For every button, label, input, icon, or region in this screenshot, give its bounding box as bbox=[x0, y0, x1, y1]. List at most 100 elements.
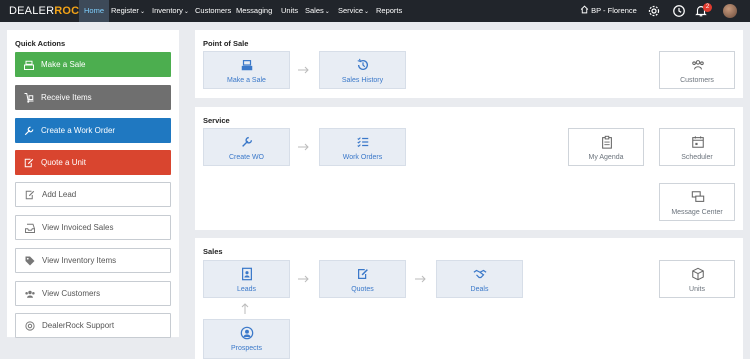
cube-icon bbox=[692, 267, 704, 281]
prospects-tile[interactable]: Prospects bbox=[203, 319, 290, 359]
nav-register[interactable]: Register⌄ bbox=[111, 0, 145, 22]
create-work-order-label: Create a Work Order bbox=[41, 126, 116, 135]
arrow-right-icon bbox=[298, 66, 309, 74]
prospects-tile-label: Prospects bbox=[230, 345, 263, 352]
customers-tile[interactable]: Customers bbox=[659, 51, 735, 89]
edit-document-icon bbox=[358, 269, 368, 279]
nav-service[interactable]: Service⌄ bbox=[338, 0, 369, 22]
create-wo-tile[interactable]: Create WO bbox=[203, 128, 290, 166]
handshake-icon bbox=[473, 269, 487, 279]
dealerrock-support-button[interactable]: DealerRock Support bbox=[15, 313, 171, 338]
nav-units[interactable]: Units bbox=[281, 0, 298, 22]
make-a-sale-tile[interactable]: Make a Sale bbox=[203, 51, 290, 89]
history-icon bbox=[357, 58, 369, 71]
quotes-tile-label: Quotes bbox=[351, 286, 374, 293]
gear-icon[interactable] bbox=[647, 4, 661, 18]
my-agenda-tile-label: My Agenda bbox=[588, 154, 624, 161]
nav-service-label: Service bbox=[338, 6, 364, 15]
users-icon bbox=[692, 60, 704, 70]
notification-badge: 2 bbox=[703, 3, 712, 12]
calendar-icon bbox=[692, 136, 704, 148]
work-orders-tile-label: Work Orders bbox=[342, 154, 383, 161]
leads-tile-label: Leads bbox=[236, 286, 257, 293]
view-inventory-items-label: View Inventory Items bbox=[42, 256, 117, 265]
deals-tile[interactable]: Deals bbox=[436, 260, 523, 298]
arrow-right-icon bbox=[415, 275, 426, 283]
quick-actions-panel: Quick Actions Make a Sale Receive Items … bbox=[7, 30, 179, 338]
work-orders-tile[interactable]: Work Orders bbox=[319, 128, 406, 166]
nav-units-label: Units bbox=[281, 6, 299, 15]
receive-items-label: Receive Items bbox=[41, 93, 92, 102]
nav-customers-label: Customers bbox=[195, 6, 232, 15]
quotes-tile[interactable]: Quotes bbox=[319, 260, 406, 298]
my-agenda-tile[interactable]: My Agenda bbox=[568, 128, 644, 166]
sales-history-tile-label: Sales History bbox=[341, 77, 384, 84]
cash-register-icon bbox=[24, 60, 34, 70]
view-customers-label: View Customers bbox=[42, 289, 101, 298]
scheduler-tile-label: Scheduler bbox=[681, 154, 713, 161]
nav-inventory[interactable]: Inventory⌄ bbox=[152, 0, 189, 22]
customers-tile-label: Customers bbox=[680, 77, 714, 84]
service-card: Service Create WO Work Orders My Agenda … bbox=[195, 107, 743, 230]
make-a-sale-label: Make a Sale bbox=[41, 60, 86, 69]
arrow-right-icon bbox=[298, 143, 309, 151]
nav-home-label: Home bbox=[84, 6, 105, 15]
support-icon bbox=[25, 320, 35, 331]
nav-register-label: Register bbox=[111, 6, 139, 15]
nav-reports[interactable]: Reports bbox=[376, 0, 402, 22]
sales-card: Sales Leads Quotes Deals Units Prospects bbox=[195, 238, 743, 359]
view-customers-button[interactable]: View Customers bbox=[15, 281, 171, 306]
inbox-icon bbox=[25, 223, 35, 233]
service-title: Service bbox=[203, 116, 230, 125]
add-lead-button[interactable]: Add Lead bbox=[15, 182, 171, 207]
sales-title: Sales bbox=[203, 247, 223, 256]
view-invoiced-sales-button[interactable]: View Invoiced Sales bbox=[15, 215, 171, 240]
sales-history-tile[interactable]: Sales History bbox=[319, 51, 406, 89]
location-selector[interactable]: BP - Florence bbox=[580, 0, 637, 22]
nav-inventory-label: Inventory bbox=[152, 6, 183, 15]
nav-home[interactable]: Home bbox=[79, 0, 110, 22]
quote-a-unit-button[interactable]: Quote a Unit bbox=[15, 150, 171, 175]
nav-sales[interactable]: Sales⌄ bbox=[305, 0, 330, 22]
location-name: BP - Florence bbox=[591, 6, 637, 15]
edit-document-icon bbox=[24, 158, 34, 167]
create-wo-tile-label: Create WO bbox=[228, 154, 264, 161]
make-a-sale-button[interactable]: Make a Sale bbox=[15, 52, 171, 77]
units-tile-label: Units bbox=[689, 286, 705, 293]
arrow-right-icon bbox=[298, 275, 309, 283]
receive-items-button[interactable]: Receive Items bbox=[15, 85, 171, 110]
nav-messaging-label: Messaging bbox=[236, 6, 273, 15]
chevron-down-icon: ⌄ bbox=[324, 9, 330, 15]
dealerrock-logo[interactable]: DEALERROCK bbox=[9, 5, 87, 17]
create-work-order-button[interactable]: Create a Work Order bbox=[15, 118, 171, 143]
avatar[interactable] bbox=[723, 4, 737, 18]
leads-tile[interactable]: Leads bbox=[203, 260, 290, 298]
logo-text-dealer: DEALER bbox=[9, 5, 55, 17]
tag-icon bbox=[25, 256, 35, 265]
scheduler-tile[interactable]: Scheduler bbox=[659, 128, 735, 166]
nav-customers[interactable]: Customers bbox=[195, 0, 231, 22]
point-of-sale-title: Point of Sale bbox=[203, 39, 249, 48]
chevron-down-icon: ⌄ bbox=[364, 9, 370, 15]
message-center-tile[interactable]: Message Center bbox=[659, 183, 735, 221]
users-icon bbox=[25, 290, 35, 298]
nav-messaging[interactable]: Messaging bbox=[236, 0, 272, 22]
quote-a-unit-label: Quote a Unit bbox=[41, 158, 86, 167]
edit-icon bbox=[25, 190, 35, 199]
view-inventory-items-button[interactable]: View Inventory Items bbox=[15, 248, 171, 273]
cash-register-icon bbox=[241, 60, 253, 71]
arrow-up-icon bbox=[241, 303, 249, 314]
clipboard-icon bbox=[602, 135, 612, 149]
user-circle-icon bbox=[240, 326, 254, 340]
view-invoiced-sales-label: View Invoiced Sales bbox=[42, 223, 114, 232]
nav-sales-label: Sales bbox=[305, 6, 324, 15]
deals-tile-label: Deals bbox=[470, 286, 489, 293]
quick-actions-title: Quick Actions bbox=[15, 39, 66, 48]
message-center-tile-label: Message Center bbox=[671, 209, 723, 216]
contact-card-icon bbox=[242, 267, 252, 281]
checklist-icon bbox=[357, 137, 369, 148]
wrench-icon bbox=[24, 126, 34, 135]
units-tile[interactable]: Units bbox=[659, 260, 735, 298]
clock-icon[interactable] bbox=[672, 4, 686, 18]
wrench-icon bbox=[242, 136, 253, 147]
